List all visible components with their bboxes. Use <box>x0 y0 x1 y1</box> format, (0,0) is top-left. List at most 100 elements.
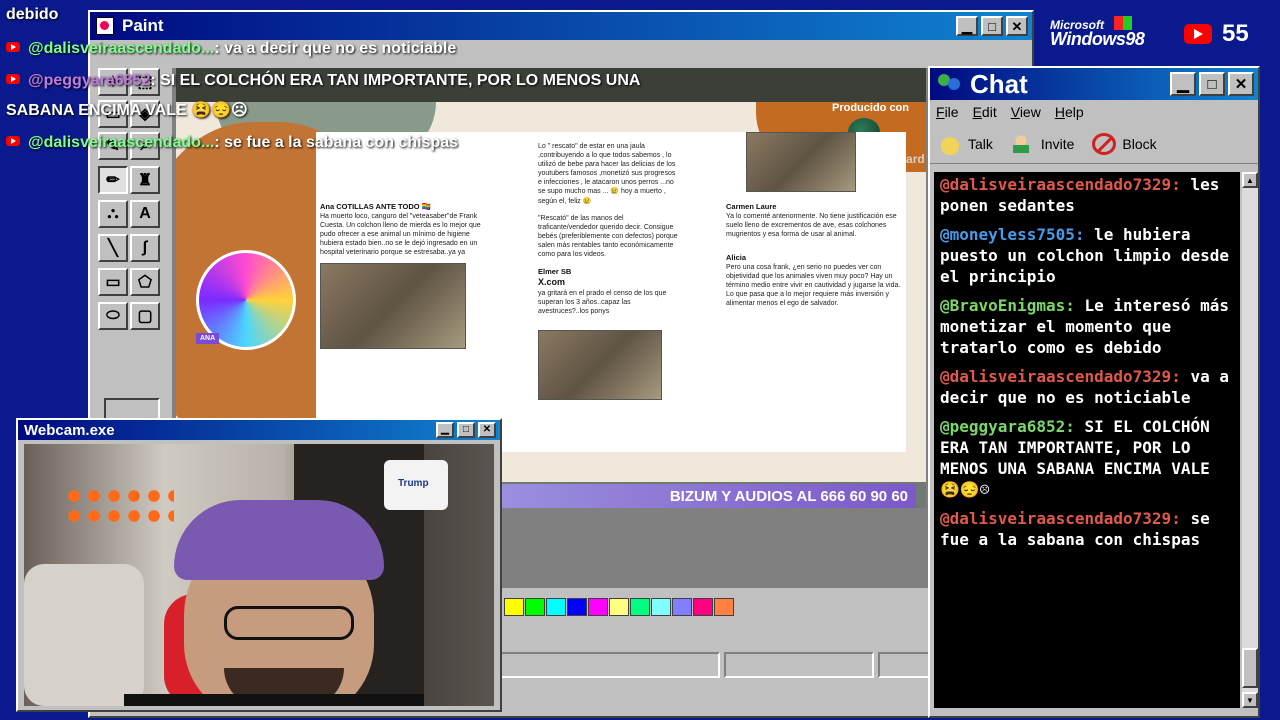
menu-edit[interactable]: Edit <box>973 104 997 120</box>
overlay-line: @dalisveiraascendado...: se fue a la sab… <box>6 134 458 152</box>
paint-titlebar[interactable]: Paint ▁ □ ✕ <box>90 12 1032 40</box>
minimize-button[interactable]: ▁ <box>436 422 454 438</box>
invite-button[interactable]: Invite <box>1010 132 1074 155</box>
chat-username[interactable]: @dalisveiraascendado7329: <box>940 509 1181 528</box>
palette-swatch[interactable] <box>609 598 629 616</box>
close-button[interactable]: ✕ <box>1228 72 1254 96</box>
tweet-photo <box>320 263 466 350</box>
talk-icon <box>938 132 962 155</box>
pencil-icon[interactable]: ✏ <box>98 166 128 194</box>
tweet-author: Alicia <box>726 253 747 263</box>
maximize-button[interactable]: □ <box>1199 72 1225 96</box>
polygon-icon[interactable]: ⬠ <box>130 268 160 296</box>
webcam-title: Webcam.exe <box>24 421 115 439</box>
tweet-text: "Rescató" de las manos del traficante/ve… <box>538 214 678 259</box>
minimize-button[interactable]: ▁ <box>1170 72 1196 96</box>
palette-swatch[interactable] <box>546 598 566 616</box>
palette-swatch[interactable] <box>693 598 713 616</box>
tweet-column: Carmen Laure Ya lo comenté anteriormente… <box>726 132 902 452</box>
chat-scrollbar[interactable]: ▲ ▼ <box>1242 172 1258 708</box>
rectangle-icon[interactable]: ▭ <box>98 268 128 296</box>
chat-username[interactable]: @moneyless7505: <box>940 225 1085 244</box>
close-button[interactable]: ✕ <box>478 422 496 438</box>
scroll-thumb[interactable] <box>1242 648 1258 688</box>
maximize-button[interactable]: □ <box>981 16 1003 36</box>
overlay-text: : se fue a la sabana con chispas <box>214 134 459 151</box>
brush-icon[interactable]: ♜ <box>130 166 160 194</box>
streamer-cap <box>174 500 384 580</box>
palette-swatch[interactable] <box>714 598 734 616</box>
webcam-titlebar[interactable]: Webcam.exe ▁ □ ✕ <box>18 420 500 440</box>
youtube-icon <box>6 136 20 146</box>
youtube-icon <box>1184 24 1212 44</box>
maximize-button[interactable]: □ <box>457 422 475 438</box>
text-icon[interactable]: A <box>130 200 160 228</box>
chat-people-icon <box>936 72 964 96</box>
palette-swatch[interactable] <box>630 598 650 616</box>
windows98-label: Windows98 <box>1050 29 1145 49</box>
menu-file[interactable]: File <box>936 104 959 120</box>
scroll-up-icon[interactable]: ▲ <box>1242 172 1258 188</box>
chat-titlebar[interactable]: Chat ▁ □ ✕ <box>930 68 1258 100</box>
minimize-button[interactable]: ▁ <box>956 16 978 36</box>
menu-help[interactable]: Help <box>1055 104 1084 120</box>
curve-icon[interactable]: ∫ <box>130 234 160 262</box>
scroll-down-icon[interactable]: ▼ <box>1242 692 1258 708</box>
menu-view[interactable]: View <box>1011 104 1041 120</box>
chat-username[interactable]: @peggyara6852: <box>940 417 1075 436</box>
talk-button[interactable]: Talk <box>938 132 993 155</box>
windows-flag-icon <box>1114 16 1132 30</box>
rounded-rect-icon[interactable]: ▢ <box>130 302 160 330</box>
chat-message: @peggyara6852: SI EL COLCHÓN ERA TAN IMP… <box>940 416 1234 500</box>
toilet-paper-label: Trump <box>398 478 429 489</box>
chat-toolbar: Talk Invite Block <box>930 124 1258 164</box>
overlay-line: SABANA ENCIMA VALE 😫😔☹ <box>6 102 248 119</box>
chat-username[interactable]: @dalisveiraascendado7329: <box>940 175 1181 194</box>
overlay-line: @peggyara6852: SI EL COLCHÓN ERA TAN IMP… <box>6 72 640 90</box>
tweet-photo <box>746 132 856 192</box>
tweet-text: Lo " rescato" de estar en una jaula ,con… <box>538 143 676 205</box>
overlay-text: : SI EL COLCHÓN ERA TAN IMPORTANTE, POR … <box>150 72 641 89</box>
balloons <box>64 486 174 526</box>
tweet-text: Ha muerto loco, canguro del "veteasaber"… <box>320 212 481 257</box>
ellipse-icon[interactable]: ⬭ <box>98 302 128 330</box>
tweet-text: Pero una cosa frank, ¿en serio no puedes… <box>726 263 901 308</box>
airbrush-icon[interactable]: ⛬ <box>98 200 128 228</box>
chair <box>24 564 144 706</box>
block-label: Block <box>1122 135 1157 152</box>
tweet-column: Lo " rescato" de estar en una jaula ,con… <box>538 132 678 452</box>
tweet-author: Carmen Laure <box>726 202 777 211</box>
tweet-author: Ana COTILLAS ANTE TODO 🏳️‍🌈 <box>320 202 432 211</box>
chat-username[interactable]: @dalisveiraascendado7329: <box>940 367 1181 386</box>
paint-toolbox: ✧ ⬚ ▭ ◈ ✎ ⌕ ✏ ♜ ⛬ A ╲ ∫ ▭ ⬠ ⬭ ▢ <box>98 68 164 488</box>
palette-swatch[interactable] <box>588 598 608 616</box>
paint-app-icon <box>96 17 114 35</box>
palette-swatch[interactable] <box>525 598 545 616</box>
status-cell <box>500 652 720 678</box>
chat-username[interactable]: @BravoEnigmas: <box>940 296 1075 315</box>
overlay-line: debido <box>6 6 59 23</box>
overlay-user: @dalisveiraascendado... <box>28 40 215 57</box>
close-button[interactable]: ✕ <box>1006 16 1028 36</box>
invite-icon <box>1010 132 1035 155</box>
color-palette <box>504 598 735 616</box>
chat-log[interactable]: @dalisveiraascendado7329: les ponen seda… <box>934 172 1240 708</box>
palette-swatch[interactable] <box>567 598 587 616</box>
tweet-text: ya gritará en el prado el censo de los q… <box>538 289 667 315</box>
palette-swatch[interactable] <box>504 598 524 616</box>
chat-message: @moneyless7505: le hubiera puesto un col… <box>940 224 1234 287</box>
overlay-text: : va a decir que no es noticiable <box>214 40 457 57</box>
line-icon[interactable]: ╲ <box>98 234 128 262</box>
talk-label: Talk <box>968 135 993 152</box>
block-button[interactable]: Block <box>1092 132 1157 155</box>
youtube-icon <box>6 42 20 52</box>
chat-title: Chat <box>970 68 1028 99</box>
palette-swatch[interactable] <box>651 598 671 616</box>
chat-window: Chat ▁ □ ✕ File Edit View Help Talk Invi… <box>928 66 1260 718</box>
webcam-feed: Trump <box>24 444 494 706</box>
viewer-count: 55 <box>1222 20 1249 47</box>
status-cell <box>724 652 874 678</box>
chat-message: @BravoEnigmas: Le interesó más monetizar… <box>940 295 1234 358</box>
x-logo: X.com <box>538 276 566 287</box>
palette-swatch[interactable] <box>672 598 692 616</box>
